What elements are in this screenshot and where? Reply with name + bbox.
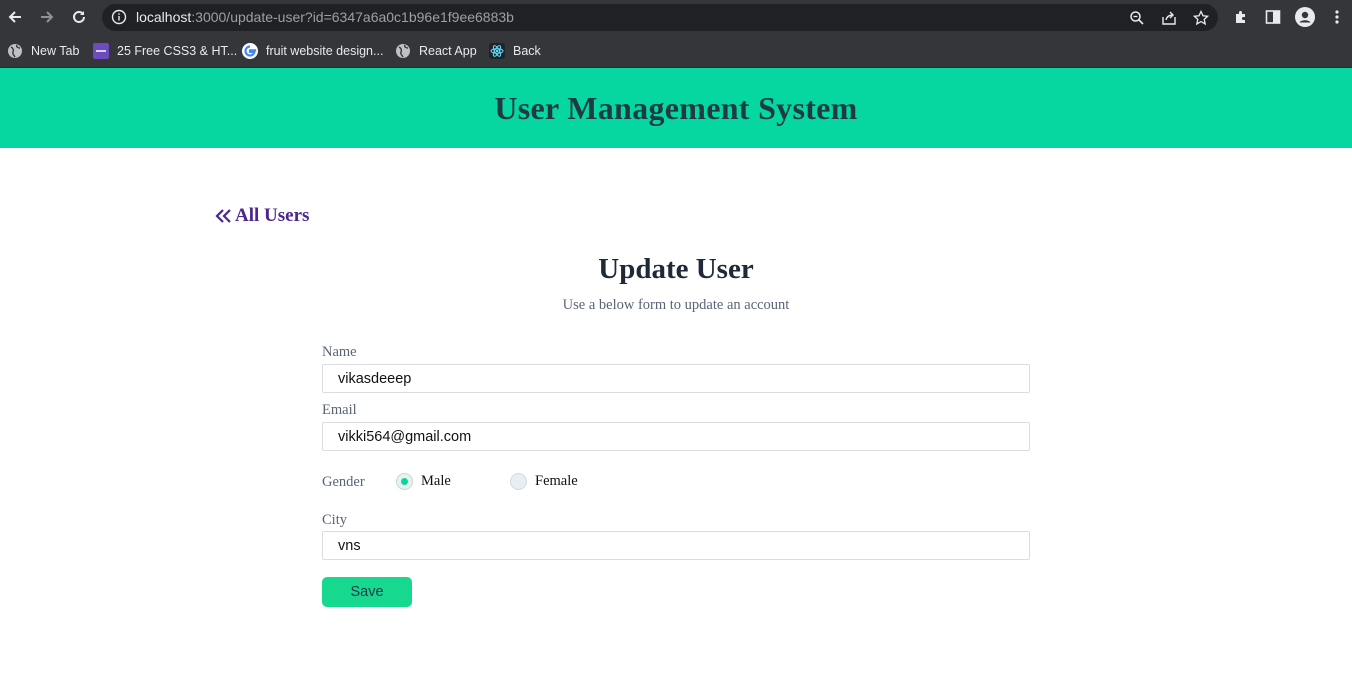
url-path: :3000/update-user?id=6347a6a0c1b96e1f9ee… xyxy=(191,9,514,25)
name-label: Name xyxy=(322,344,357,360)
react-icon xyxy=(489,43,505,59)
url-host: localhost xyxy=(136,9,192,25)
bookmark-label: New Tab xyxy=(31,44,80,58)
radio-male-label: Male xyxy=(421,473,451,489)
city-input[interactable] xyxy=(322,531,1030,560)
globe-icon xyxy=(395,43,411,59)
side-panel-icon[interactable] xyxy=(1263,7,1283,27)
all-users-link[interactable]: All Users xyxy=(215,205,309,227)
radio-male[interactable] xyxy=(396,473,413,490)
back-arrow-icon[interactable] xyxy=(4,6,26,28)
bookmarks-bar: New Tab 25 Free CSS3 & HT... fruit websi… xyxy=(0,34,1352,68)
gender-option-male[interactable]: Male xyxy=(396,473,451,490)
radio-female[interactable] xyxy=(510,473,527,490)
email-label: Email xyxy=(322,402,357,418)
form-title: Update User xyxy=(598,253,754,285)
bookmark-label: Back xyxy=(513,44,541,58)
zoom-icon[interactable] xyxy=(1128,9,1146,27)
all-users-label: All Users xyxy=(235,205,310,226)
save-button[interactable]: Save xyxy=(322,577,412,607)
url-text: localhost:3000/update-user?id=6347a6a0c1… xyxy=(136,9,514,25)
city-label: City xyxy=(322,512,347,528)
bookmark-label: 25 Free CSS3 & HT... xyxy=(117,44,238,58)
bookmark-fruit-website[interactable]: fruit website design... xyxy=(242,41,383,61)
info-icon[interactable] xyxy=(111,9,127,30)
email-input[interactable] xyxy=(322,422,1030,451)
colorlib-icon xyxy=(93,43,109,59)
app-header: User Management System xyxy=(0,68,1352,148)
app-title: User Management System xyxy=(494,89,858,126)
bookmark-back[interactable]: Back xyxy=(489,41,541,61)
gender-option-female[interactable]: Female xyxy=(510,473,578,490)
google-icon xyxy=(242,43,258,59)
bookmark-css3-templates[interactable]: 25 Free CSS3 & HT... xyxy=(93,41,237,61)
bookmark-new-tab[interactable]: New Tab xyxy=(7,41,79,61)
bookmark-star-icon[interactable] xyxy=(1192,9,1210,27)
address-bar[interactable]: localhost:3000/update-user?id=6347a6a0c1… xyxy=(102,4,1218,31)
form-subtitle: Use a below form to update an account xyxy=(562,297,790,313)
forward-arrow-icon[interactable] xyxy=(36,6,58,28)
browser-toolbar: localhost:3000/update-user?id=6347a6a0c1… xyxy=(0,0,1352,34)
bookmark-label: React App xyxy=(419,44,477,58)
menu-kebab-icon[interactable] xyxy=(1327,7,1347,27)
bookmark-label: fruit website design... xyxy=(266,44,384,58)
name-input[interactable] xyxy=(322,364,1030,393)
gender-label: Gender xyxy=(322,474,365,490)
bookmark-react-app[interactable]: React App xyxy=(395,41,477,61)
reload-icon[interactable] xyxy=(68,6,90,28)
share-icon[interactable] xyxy=(1160,9,1178,27)
radio-female-label: Female xyxy=(535,473,578,489)
globe-icon xyxy=(7,43,23,59)
double-chevron-left-icon xyxy=(215,208,233,224)
extensions-icon[interactable] xyxy=(1231,7,1251,27)
profile-avatar-icon[interactable] xyxy=(1295,7,1315,27)
